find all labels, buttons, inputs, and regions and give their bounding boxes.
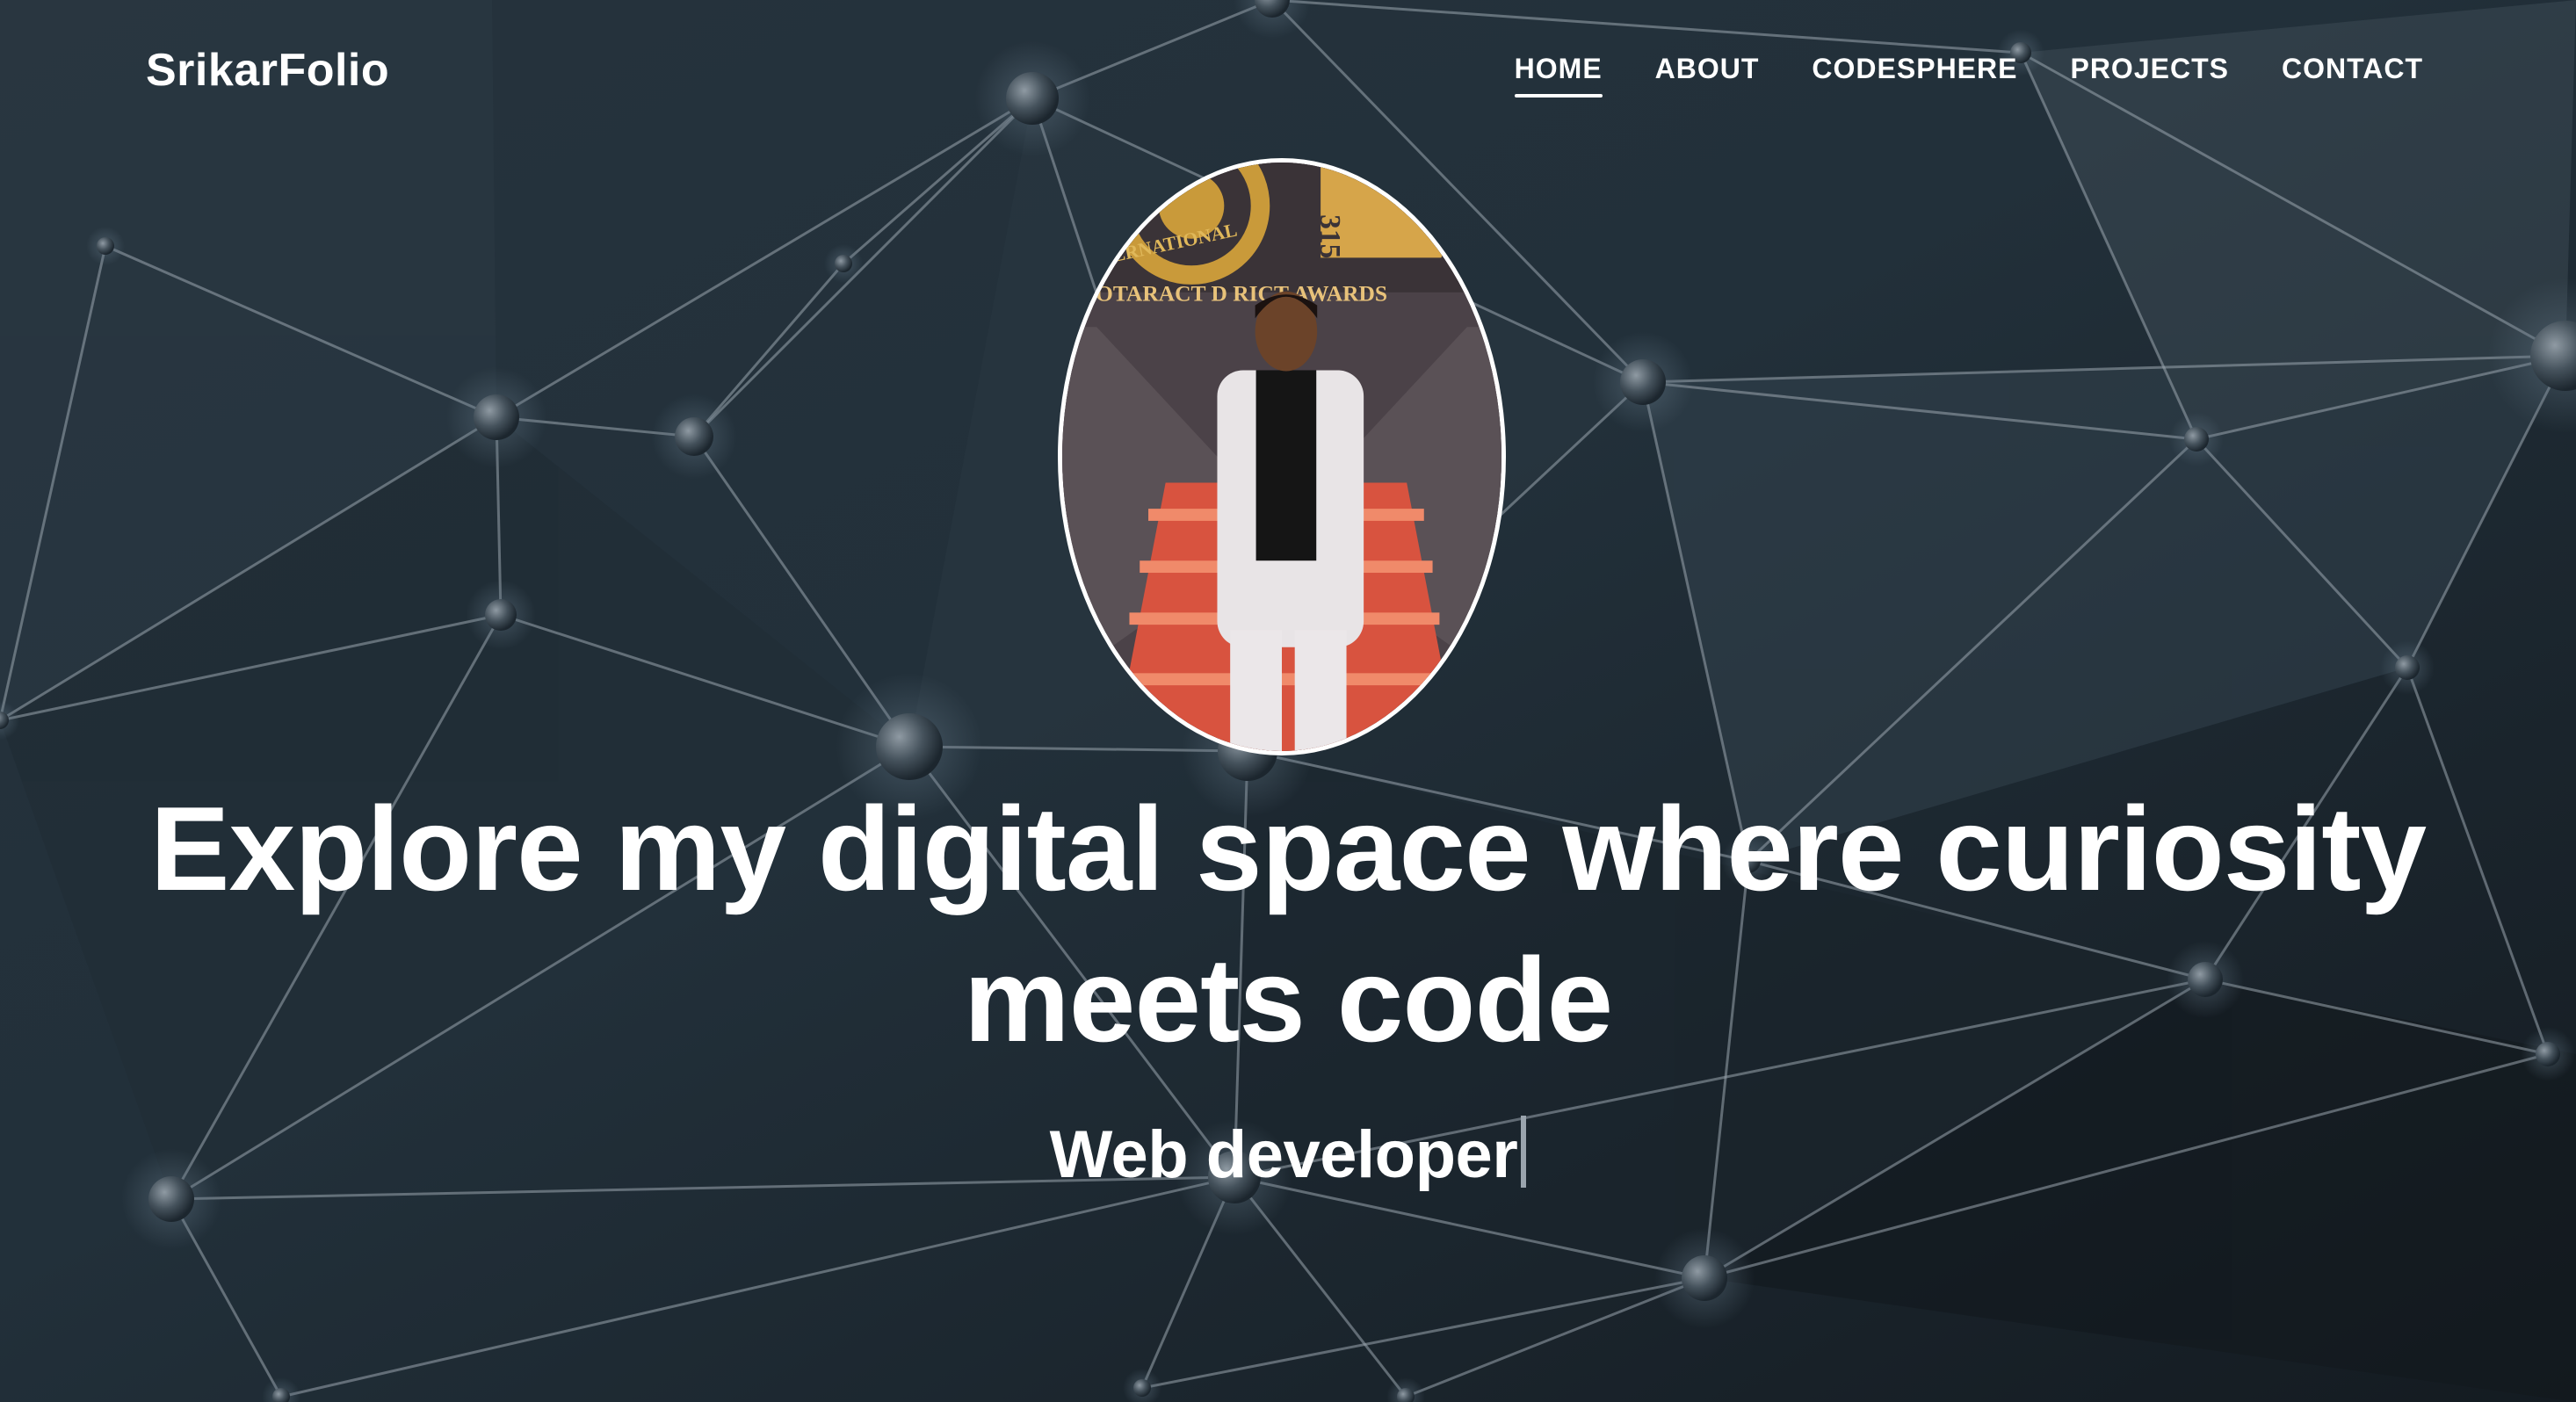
network-node xyxy=(675,417,713,456)
network-node xyxy=(2184,427,2209,452)
site-logo[interactable]: SrikarFolio xyxy=(146,44,389,97)
network-node xyxy=(1620,359,1666,405)
role-text: Web developer xyxy=(1049,1117,1518,1192)
network-node xyxy=(2395,655,2420,680)
network-node xyxy=(97,237,114,255)
network-node xyxy=(474,394,519,440)
network-node xyxy=(2536,1042,2560,1066)
main-nav: HOME ABOUT CODESPHERE PROJECTS CONTACT xyxy=(1514,53,2423,98)
text-cursor-icon xyxy=(1521,1116,1527,1188)
nav-contact-link[interactable]: CONTACT xyxy=(2282,53,2423,98)
hero-headline: Explore my digital space where curiosity… xyxy=(149,782,2427,1066)
typed-role-text: Web developer xyxy=(0,1116,2576,1193)
network-node xyxy=(876,713,943,780)
network-node xyxy=(1133,1379,1151,1397)
network-node xyxy=(485,599,517,631)
profile-photo: ERNATIONAL 315 ROTARACT D RICT AWARDS xyxy=(1058,158,1506,755)
nav-projects-link[interactable]: PROJECTS xyxy=(2070,53,2228,98)
nav-about-link[interactable]: ABOUT xyxy=(1655,53,1760,98)
backdrop-banner-text: ROTARACT D RICT AWARDS xyxy=(1080,281,1387,307)
nav-codesphere-link[interactable]: CODESPHERE xyxy=(1812,53,2017,98)
network-node xyxy=(1682,1255,1727,1301)
svg-text:315: 315 xyxy=(1313,214,1346,258)
network-node xyxy=(835,255,852,272)
top-navbar: SrikarFolio HOME ABOUT CODESPHERE PROJEC… xyxy=(0,0,2576,149)
nav-home-link[interactable]: HOME xyxy=(1514,53,1603,98)
